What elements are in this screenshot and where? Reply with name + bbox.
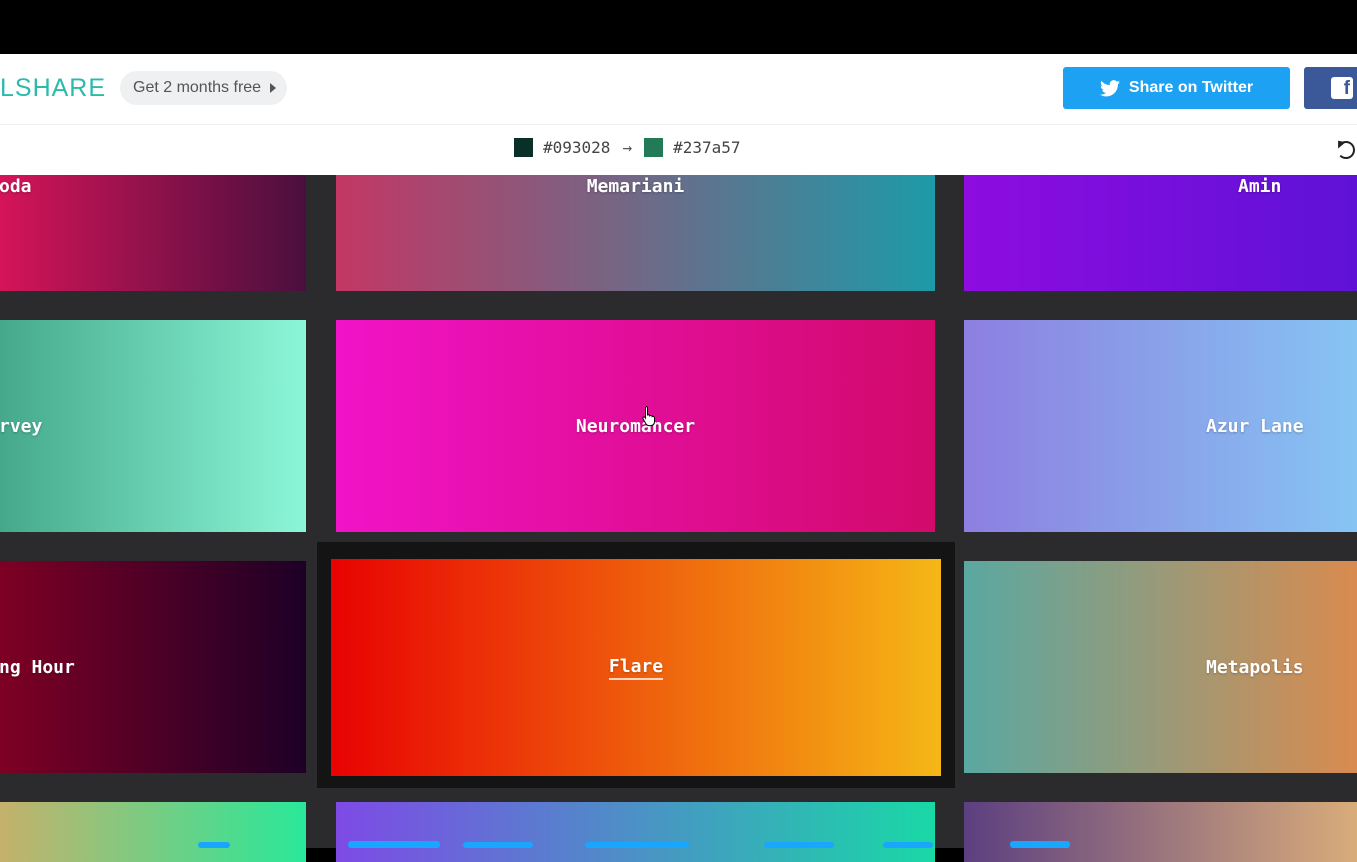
gradient-name: Metapolis bbox=[1206, 656, 1304, 678]
to-color-swatch[interactable] bbox=[644, 138, 664, 157]
brand-logo[interactable]: LSHARE bbox=[0, 74, 106, 103]
gradient-tile[interactable]: Neuromancer bbox=[336, 320, 935, 532]
facebook-icon: f bbox=[1331, 77, 1353, 99]
gradient-tile[interactable]: oda bbox=[0, 175, 306, 291]
gradient-name: rvey bbox=[0, 415, 43, 437]
refresh-icon[interactable] bbox=[1337, 141, 1355, 159]
current-gradient-colors: #093028 → #237a57 bbox=[514, 138, 741, 157]
twitter-bird-icon bbox=[1099, 79, 1120, 96]
gradient-tile[interactable]: ng Hour bbox=[0, 561, 306, 773]
arrow-icon: → bbox=[622, 138, 633, 157]
share-facebook-button[interactable]: f bbox=[1304, 67, 1357, 109]
share-twitter-label: Share on Twitter bbox=[1128, 79, 1254, 96]
gradient-tile[interactable]: Amin bbox=[964, 175, 1357, 291]
share-twitter-button[interactable]: Share on Twitter bbox=[1063, 67, 1290, 109]
promo-label: Get 2 months free bbox=[133, 79, 262, 96]
gradient-name: Flare bbox=[608, 656, 664, 680]
to-color-hex[interactable]: #237a57 bbox=[673, 138, 740, 157]
gradient-tile[interactable] bbox=[0, 802, 306, 862]
caret-right-icon bbox=[270, 83, 277, 93]
gradient-grid: oda Memariani Amin rvey Neuromancer Azur… bbox=[0, 175, 1357, 862]
gradient-tile[interactable] bbox=[336, 802, 935, 862]
gradient-name: oda bbox=[0, 176, 32, 197]
promo-pill[interactable]: Get 2 months free bbox=[120, 71, 288, 105]
color-bar: #093028 → #237a57 bbox=[0, 124, 1357, 175]
gradient-tile[interactable]: Azur Lane bbox=[964, 320, 1357, 532]
gradient-tile[interactable]: rvey bbox=[0, 320, 306, 532]
gradient-name: Amin bbox=[1238, 176, 1282, 197]
from-color-swatch[interactable] bbox=[514, 138, 533, 157]
gradient-tile[interactable]: Memariani bbox=[336, 175, 935, 291]
top-black-bar bbox=[0, 0, 1357, 54]
gradient-tile-selected[interactable]: Flare bbox=[331, 559, 941, 776]
gradient-name: Memariani bbox=[586, 176, 685, 197]
caption-overlay bbox=[198, 841, 1070, 848]
header-bar: LSHARE Get 2 months free Share on Twitte… bbox=[0, 54, 1357, 124]
gradient-tile[interactable]: Metapolis bbox=[964, 561, 1357, 773]
from-color-hex[interactable]: #093028 bbox=[543, 138, 610, 157]
hand-cursor-icon bbox=[642, 406, 655, 427]
gradient-name: Azur Lane bbox=[1206, 415, 1304, 437]
gradient-name: ng Hour bbox=[0, 656, 75, 678]
gradient-name: Neuromancer bbox=[575, 415, 696, 437]
gradient-tile[interactable] bbox=[964, 802, 1357, 862]
